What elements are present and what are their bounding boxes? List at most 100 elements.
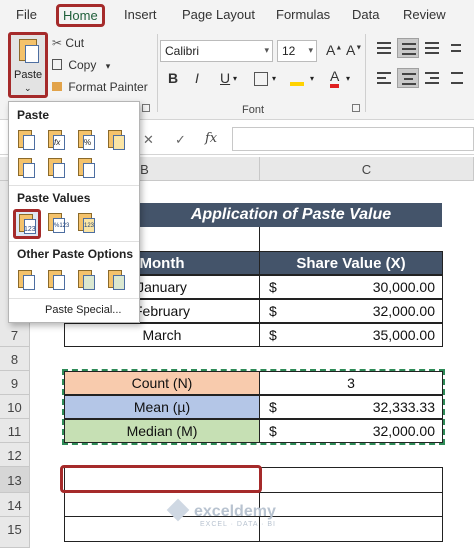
values-source-formatting-icon[interactable]: 123 [75, 211, 97, 235]
paste-dropdown-menu: Paste fx % Paste Values 123 %123 123 Oth… [8, 101, 140, 323]
cell-border [259, 227, 260, 251]
chevron-down-icon: ▾ [310, 74, 315, 83]
tab-insert[interactable]: Insert [124, 7, 157, 22]
row-header-7[interactable]: 7 [0, 323, 30, 347]
keep-column-widths-icon[interactable] [45, 156, 67, 180]
tab-file[interactable]: File [16, 7, 37, 22]
font-color-button[interactable]: A [330, 68, 340, 88]
table-title[interactable]: Application of Paste Value [140, 203, 442, 227]
align-top-icon[interactable] [373, 38, 395, 58]
paste-formatting-icon[interactable] [15, 268, 37, 292]
column-header-c[interactable]: C [260, 157, 474, 181]
row-header-11[interactable]: 11 [0, 419, 30, 443]
tab-home[interactable]: Home [56, 4, 105, 27]
row-header-13[interactable]: 13 [0, 467, 30, 493]
logo-icon [166, 498, 190, 522]
row-header-8[interactable]: 8 [0, 347, 30, 371]
chevron-down-icon: ▾ [346, 74, 351, 83]
font-size-select[interactable]: 12 ▾ [277, 40, 317, 62]
header-share-value[interactable]: Share Value (X) [259, 251, 443, 275]
cancel-icon[interactable]: ✕ [143, 132, 154, 148]
fx-icon[interactable]: fx [205, 131, 217, 146]
empty-cell[interactable] [259, 467, 443, 493]
brush-icon [52, 82, 62, 91]
watermark-name: exceldemy [194, 503, 276, 520]
menu-divider [9, 298, 139, 299]
cut-label: Cut [65, 36, 85, 50]
enter-icon[interactable]: ✓ [175, 132, 186, 148]
share-value: 32,000.00 [372, 303, 435, 319]
chevron-down-icon: ▾ [233, 74, 238, 83]
chevron-down-icon: ▾ [308, 45, 313, 55]
align-bottom-icon[interactable] [421, 38, 443, 58]
menu-divider [9, 241, 139, 242]
tab-review[interactable]: Review [403, 7, 446, 22]
paste-formulas-icon[interactable]: fx [45, 128, 67, 152]
paste-values-icon[interactable]: 123 [13, 209, 41, 239]
menu-divider [9, 185, 139, 186]
share-value: 35,000.00 [372, 327, 435, 343]
chevron-down-icon: ▾ [105, 61, 111, 71]
tab-data[interactable]: Data [352, 7, 379, 22]
row-header-9[interactable]: 9 [0, 371, 30, 395]
paste-special-item[interactable]: Paste Special... [45, 304, 121, 316]
month-cell[interactable]: March [64, 323, 260, 347]
format-painter-label: Format Painter [68, 80, 148, 94]
paste-link-icon[interactable] [45, 268, 67, 292]
watermark-tagline: EXCEL · DATA · BI [200, 521, 276, 528]
currency-symbol: $ [269, 303, 277, 319]
row-header-15[interactable]: 15 [0, 517, 30, 548]
ribbon-divider [365, 34, 366, 112]
empty-cell[interactable] [259, 516, 443, 542]
chevron-down-icon: ⌄ [24, 83, 32, 93]
align-left-icon[interactable] [373, 68, 395, 88]
bold-button[interactable]: B [168, 70, 178, 86]
formula-input[interactable] [232, 127, 474, 151]
dialog-launcher-icon[interactable] [142, 104, 150, 112]
share-value-cell[interactable]: $ 35,000.00 [259, 323, 443, 347]
paste-picture-icon[interactable] [75, 268, 97, 292]
paste-label: Paste [14, 69, 43, 81]
fill-color-icon[interactable] [290, 70, 304, 86]
keep-source-formatting-icon[interactable] [105, 128, 127, 152]
share-value-cell[interactable]: $ 30,000.00 [259, 275, 443, 299]
copy-marquee [62, 369, 445, 445]
font-name-value: Calibri [165, 44, 200, 58]
dialog-launcher-icon[interactable] [352, 104, 360, 112]
exceldemy-watermark: exceldemy EXCEL · DATA · BI [166, 498, 276, 528]
decrease-font-icon[interactable]: A▼ [346, 42, 362, 58]
wrap-text-icon[interactable] [447, 38, 469, 58]
align-middle-icon[interactable] [397, 38, 419, 58]
borders-icon[interactable] [254, 72, 268, 86]
align-center-icon[interactable] [397, 68, 419, 88]
cut-button[interactable]: ✂ Cut [52, 36, 84, 50]
paste-values-heading: Paste Values [17, 191, 91, 205]
copy-button[interactable]: Copy ▾ [52, 58, 110, 72]
selected-cell-highlight [60, 465, 262, 493]
tab-formulas[interactable]: Formulas [276, 7, 330, 22]
paste-button[interactable]: Paste ⌄ [8, 32, 48, 98]
font-name-select[interactable]: Calibri ▾ [160, 40, 273, 62]
increase-font-icon[interactable]: A▲ [326, 42, 342, 58]
row-header-14[interactable]: 14 [0, 493, 30, 517]
empty-cell[interactable] [259, 492, 443, 517]
align-right-icon[interactable] [421, 68, 443, 88]
no-borders-icon[interactable] [15, 156, 37, 180]
paste-icon[interactable] [15, 128, 37, 152]
linked-picture-icon[interactable] [105, 268, 127, 292]
row-header-12[interactable]: 12 [0, 443, 30, 467]
paste-sheet-icon [25, 45, 39, 63]
currency-symbol: $ [269, 327, 277, 343]
row-header-10[interactable]: 10 [0, 395, 30, 419]
format-painter-button[interactable]: Format Painter [52, 80, 148, 94]
underline-button[interactable]: U [220, 70, 230, 86]
tab-page-layout[interactable]: Page Layout [182, 7, 255, 22]
transpose-icon[interactable] [75, 156, 97, 180]
paste-formulas-number-format-icon[interactable]: % [75, 128, 97, 152]
font-size-value: 12 [282, 44, 296, 58]
copy-label: Copy [68, 58, 97, 72]
values-number-format-icon[interactable]: %123 [45, 211, 69, 235]
italic-button[interactable]: I [195, 70, 199, 86]
merge-icon[interactable] [447, 68, 469, 88]
share-value-cell[interactable]: $ 32,000.00 [259, 299, 443, 323]
